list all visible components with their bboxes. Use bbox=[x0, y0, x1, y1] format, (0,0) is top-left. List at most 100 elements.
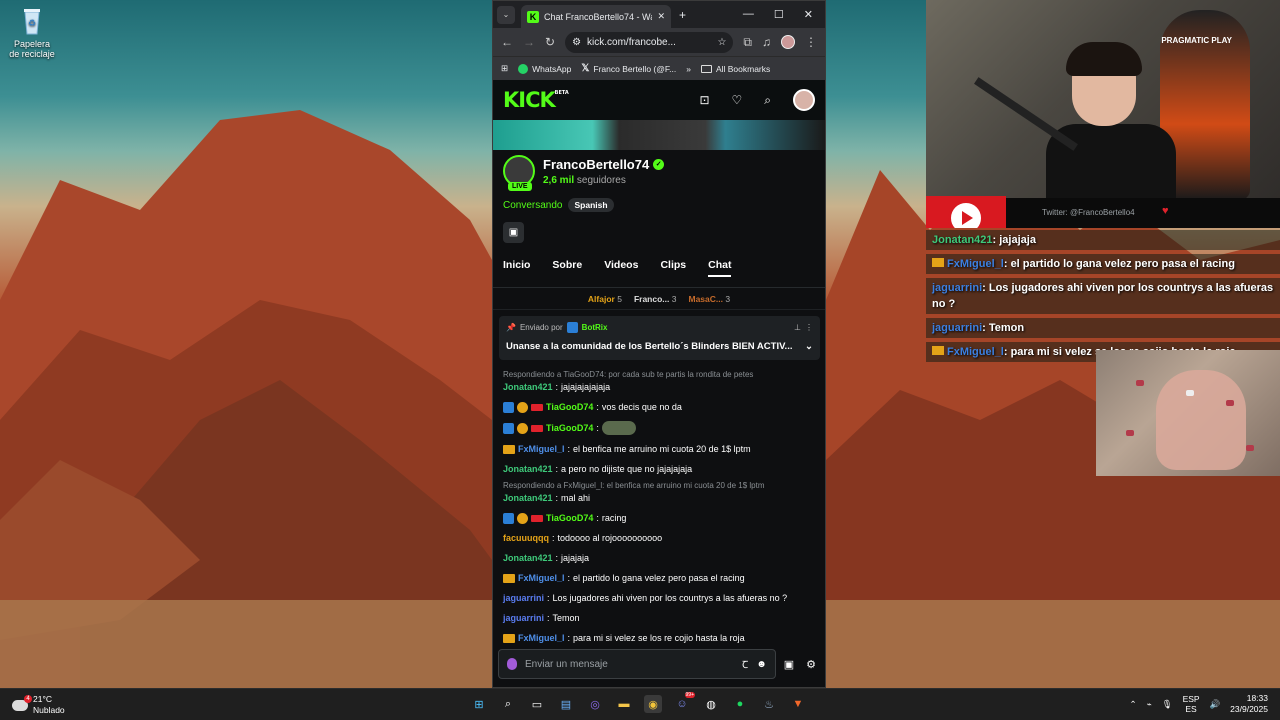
tab-sobre[interactable]: Sobre bbox=[552, 259, 582, 287]
emote-icon[interactable]: ☻ bbox=[756, 659, 767, 670]
chat-username[interactable]: jaguarrini bbox=[503, 612, 544, 624]
leaderboard-item[interactable]: MasaC... 3 bbox=[688, 294, 730, 304]
network-icon[interactable]: ⌁ bbox=[1147, 699, 1152, 710]
discord-icon[interactable]: ☺ 99+ bbox=[673, 692, 695, 713]
pinned-menu-icon[interactable]: ⋮ bbox=[805, 323, 813, 332]
tab-clips[interactable]: Clips bbox=[660, 259, 686, 287]
blue-badge-icon bbox=[503, 401, 514, 413]
whatsapp-icon bbox=[518, 63, 529, 74]
channel-banner bbox=[493, 120, 825, 150]
following-heart-icon[interactable]: ♡ bbox=[732, 93, 743, 107]
input-language[interactable]: ESP ES bbox=[1183, 694, 1200, 714]
brave-icon[interactable]: ▼ bbox=[789, 695, 807, 713]
drops-icon[interactable]: ⊡ bbox=[699, 93, 709, 107]
bookmark-star-icon[interactable]: ☆ bbox=[717, 37, 726, 48]
crown-badge-icon bbox=[503, 573, 515, 583]
browser-menu-icon[interactable]: ⋮ bbox=[805, 35, 817, 49]
chat-username[interactable]: TiaGooD74 bbox=[546, 401, 593, 413]
chat-input[interactable]: Enviar un mensaje Ꞇ ☻ bbox=[498, 649, 776, 679]
chevron-up-icon[interactable]: ⌃ bbox=[1130, 699, 1137, 710]
chat-username[interactable]: FxMiguel_l bbox=[518, 443, 565, 455]
search-icon[interactable]: ⌕ bbox=[764, 93, 771, 108]
tab-inicio[interactable]: Inicio bbox=[503, 259, 530, 287]
translate-icon[interactable]: Ꞇ bbox=[742, 657, 748, 671]
profile-avatar[interactable] bbox=[781, 35, 795, 49]
kick-logo[interactable]: KICK BETA bbox=[503, 88, 569, 112]
close-tab-icon[interactable]: ✕ bbox=[657, 11, 665, 22]
apps-grid-icon[interactable]: ⊞ bbox=[501, 63, 508, 74]
system-tray: ⌃ ⌁ 🎙 ESP ES 🔊 18:33 23/9/2025 bbox=[1130, 693, 1268, 715]
site-info-icon[interactable]: ⚙ bbox=[572, 37, 581, 48]
mic-icon[interactable] bbox=[507, 658, 517, 670]
gift-sub-button[interactable]: ▣ bbox=[503, 222, 524, 243]
task-view-icon[interactable]: ▭ bbox=[528, 695, 546, 713]
new-tab-button[interactable]: + bbox=[679, 8, 686, 22]
steam-icon[interactable]: ♨ bbox=[760, 695, 778, 713]
media-controls-icon[interactable]: ♫ bbox=[762, 35, 771, 49]
all-bookmarks-folder[interactable]: All Bookmarks bbox=[700, 64, 770, 74]
chat-username[interactable]: FxMiguel_l bbox=[518, 572, 565, 584]
channel-avatar[interactable]: LIVE bbox=[503, 155, 535, 191]
tab-videos[interactable]: Videos bbox=[604, 259, 638, 287]
address-bar[interactable]: ⚙ kick.com/francobe... ☆ bbox=[565, 31, 734, 53]
category-link[interactable]: Conversando bbox=[503, 200, 562, 211]
leaderboard-item[interactable]: Alfajor 5 bbox=[588, 294, 622, 304]
close-window-button[interactable]: ✕ bbox=[804, 8, 813, 21]
chat-username[interactable]: Jonatan421 bbox=[503, 492, 553, 504]
leaderboard-item[interactable]: Franco... 3 bbox=[634, 294, 677, 304]
app-circle-icon[interactable]: ◎ bbox=[586, 695, 604, 713]
followers-count: 2,6 mil bbox=[543, 174, 575, 186]
user-avatar[interactable] bbox=[793, 89, 815, 111]
recycle-bin-shortcut[interactable]: ♻ Papelera de reciclaje bbox=[8, 6, 56, 59]
tab-strip: ⌄ K Chat FrancoBertello74 - Watch ✕ + — … bbox=[493, 1, 825, 28]
store-icon[interactable]: ▤ bbox=[557, 695, 575, 713]
sub-badge-icon bbox=[517, 422, 528, 434]
tab-search-dropdown[interactable]: ⌄ bbox=[497, 5, 515, 24]
chat-settings-icon[interactable]: ⚙ bbox=[806, 658, 816, 671]
gift-icon[interactable]: ▣ bbox=[784, 658, 794, 671]
chrome-icon[interactable]: ◉ bbox=[644, 695, 662, 713]
unpin-icon[interactable]: ⊥ bbox=[794, 323, 801, 332]
microphone-icon[interactable]: 🎙 bbox=[1162, 699, 1173, 710]
clock[interactable]: 18:33 23/9/2025 bbox=[1230, 693, 1268, 715]
spotify-icon[interactable]: ● bbox=[731, 695, 749, 713]
reply-context[interactable]: Respondiendo a TiaGooD74: por cada sub t… bbox=[503, 370, 815, 379]
channel-name[interactable]: FrancoBertello74 bbox=[543, 157, 649, 172]
chat-username[interactable]: Jonatan421 bbox=[503, 381, 553, 393]
more-bookmarks-icon[interactable]: » bbox=[686, 64, 691, 74]
obs-icon[interactable]: ◍ bbox=[702, 695, 720, 713]
back-icon[interactable]: ← bbox=[501, 35, 513, 49]
chat-username[interactable]: Jonatan421 bbox=[503, 552, 553, 564]
chat-username[interactable]: TiaGooD74 bbox=[546, 512, 593, 524]
tab-chat[interactable]: Chat bbox=[708, 259, 732, 277]
channel-profile: LIVE FrancoBertello74 ✓ 2,6 mil seguidore… bbox=[493, 150, 825, 191]
minimize-button[interactable]: — bbox=[743, 8, 754, 21]
crown-badge-icon bbox=[503, 444, 515, 454]
start-windows-icon[interactable]: ⊞ bbox=[470, 695, 488, 713]
reply-context[interactable]: Respondiendo a FxMiguel_l: el benfica me… bbox=[503, 481, 815, 490]
chat-username[interactable]: facuuuqqq bbox=[503, 532, 549, 544]
tab-kick-chat[interactable]: K Chat FrancoBertello74 - Watch ✕ bbox=[521, 5, 671, 28]
search-icon[interactable]: ⌕ bbox=[499, 695, 517, 713]
overlay-text: : Los jugadores ahi viven por los countr… bbox=[932, 282, 1274, 310]
volume-icon[interactable]: 🔊 bbox=[1210, 699, 1221, 710]
overlay-chat-line: Jonatan421: jajajaja bbox=[926, 230, 1280, 250]
pinned-author[interactable]: BotRix bbox=[582, 323, 608, 332]
bookmark-x-profile[interactable]: 𝕏 Franco Bertello (@F... bbox=[581, 63, 676, 74]
extensions-icon[interactable]: ⧉ bbox=[743, 35, 752, 50]
expand-chevron-icon[interactable]: ⌄ bbox=[805, 341, 813, 352]
chat-username[interactable]: TiaGooD74 bbox=[546, 422, 593, 434]
language-tag[interactable]: Spanish bbox=[568, 198, 614, 212]
bookmark-whatsapp[interactable]: WhatsApp bbox=[518, 63, 571, 74]
file-explorer-icon[interactable]: ▬ bbox=[615, 695, 633, 713]
chat-username[interactable]: Jonatan421 bbox=[503, 463, 553, 475]
reload-icon[interactable]: ↻ bbox=[545, 35, 555, 49]
maximize-button[interactable]: ☐ bbox=[774, 8, 784, 21]
channel-tabs: Inicio Sobre Videos Clips Chat bbox=[493, 243, 825, 288]
overlay-text: : jajajaja bbox=[992, 234, 1036, 246]
forward-icon[interactable]: → bbox=[523, 35, 535, 49]
chat-message: TiaGooD74: racing bbox=[503, 512, 815, 524]
chat-username[interactable]: jaguarrini bbox=[503, 592, 544, 604]
weather-widget[interactable]: 4 21°C Nublado bbox=[12, 694, 65, 716]
chat-username[interactable]: FxMiguel_l bbox=[518, 632, 565, 644]
